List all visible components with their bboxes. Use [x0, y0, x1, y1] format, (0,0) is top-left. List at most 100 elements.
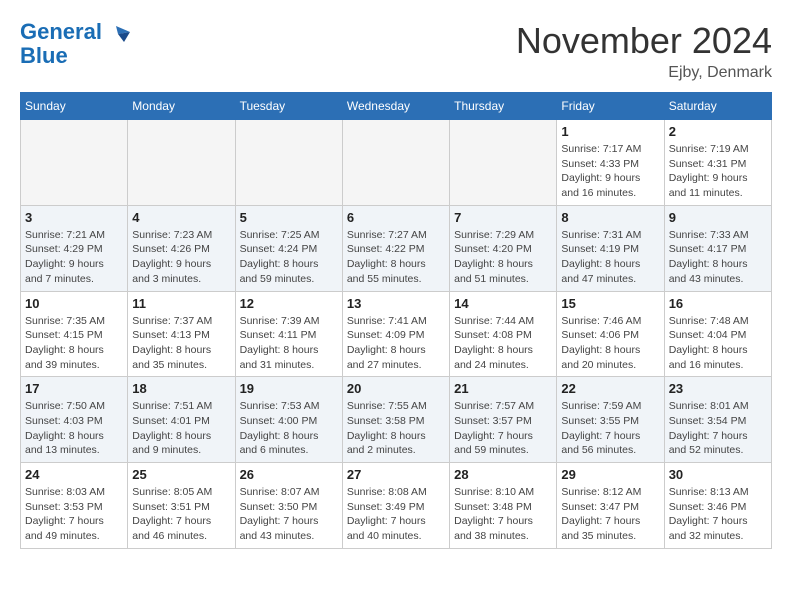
calendar-cell: 5Sunrise: 7:25 AM Sunset: 4:24 PM Daylig…: [235, 205, 342, 291]
calendar-cell: 23 Sunrise: 8:01 AM Sunset: 3:54 PM Dayli…: [664, 377, 771, 463]
calendar-cell: 14Sunrise: 7:44 AM Sunset: 4:08 PM Dayli…: [450, 291, 557, 377]
calendar-cell: 18Sunrise: 7:51 AM Sunset: 4:01 PM Dayli…: [128, 377, 235, 463]
calendar-week-5: 24 Sunrise: 8:03 AM Sunset: 3:53 PM Dayli…: [21, 463, 772, 549]
header-tuesday: Tuesday: [235, 93, 342, 120]
logo: General Blue: [20, 20, 130, 68]
calendar-cell: [450, 120, 557, 206]
calendar-week-1: 1 Sunrise: 7:17 AM Sunset: 4:33 PM Daylig…: [21, 120, 772, 206]
day-info: Sunrise: 8:07 AM Sunset: 3:50 PM Dayligh…: [240, 485, 338, 544]
day-number: 25: [132, 467, 230, 482]
calendar-cell: 3 Sunrise: 7:21 AM Sunset: 4:29 PM Daylig…: [21, 205, 128, 291]
day-number: 23: [669, 381, 767, 396]
day-number: 26: [240, 467, 338, 482]
header-wednesday: Wednesday: [342, 93, 449, 120]
calendar-cell: [21, 120, 128, 206]
calendar-week-2: 3 Sunrise: 7:21 AM Sunset: 4:29 PM Daylig…: [21, 205, 772, 291]
calendar-week-3: 10Sunrise: 7:35 AM Sunset: 4:15 PM Dayli…: [21, 291, 772, 377]
day-number: 13: [347, 296, 445, 311]
calendar-cell: 2Sunrise: 7:19 AM Sunset: 4:31 PM Daylig…: [664, 120, 771, 206]
day-number: 30: [669, 467, 767, 482]
day-info: Sunrise: 7:46 AM Sunset: 4:06 PM Dayligh…: [561, 314, 659, 373]
calendar-cell: [128, 120, 235, 206]
calendar-cell: 25Sunrise: 8:05 AM Sunset: 3:51 PM Dayli…: [128, 463, 235, 549]
logo-blue: Blue: [20, 44, 130, 68]
day-number: 6: [347, 210, 445, 225]
header-monday: Monday: [128, 93, 235, 120]
day-number: 24: [25, 467, 123, 482]
calendar-table: SundayMondayTuesdayWednesdayThursdayFrid…: [20, 92, 772, 549]
logo-general: General: [20, 19, 102, 44]
day-number: 10: [25, 296, 123, 311]
day-number: 21: [454, 381, 552, 396]
calendar-cell: 24 Sunrise: 8:03 AM Sunset: 3:53 PM Dayli…: [21, 463, 128, 549]
day-info: Sunrise: 7:27 AM Sunset: 4:22 PM Dayligh…: [347, 228, 445, 287]
day-info: Sunrise: 8:08 AM Sunset: 3:49 PM Dayligh…: [347, 485, 445, 544]
calendar-cell: 20 Sunrise: 7:55 AM Sunset: 3:58 PM Dayli…: [342, 377, 449, 463]
calendar-cell: 12Sunrise: 7:39 AM Sunset: 4:11 PM Dayli…: [235, 291, 342, 377]
calendar-week-4: 17Sunrise: 7:50 AM Sunset: 4:03 PM Dayli…: [21, 377, 772, 463]
day-info: Sunrise: 8:12 AM Sunset: 3:47 PM Dayligh…: [561, 485, 659, 544]
day-number: 27: [347, 467, 445, 482]
day-info: Sunrise: 7:55 AM Sunset: 3:58 PM Dayligh…: [347, 399, 445, 458]
day-info: Sunrise: 7:37 AM Sunset: 4:13 PM Dayligh…: [132, 314, 230, 373]
day-info: Sunrise: 7:31 AM Sunset: 4:19 PM Dayligh…: [561, 228, 659, 287]
day-info: Sunrise: 7:48 AM Sunset: 4:04 PM Dayligh…: [669, 314, 767, 373]
day-number: 28: [454, 467, 552, 482]
calendar-cell: 10Sunrise: 7:35 AM Sunset: 4:15 PM Dayli…: [21, 291, 128, 377]
day-number: 1: [561, 124, 659, 139]
day-info: Sunrise: 8:01 AM Sunset: 3:54 PM Dayligh…: [669, 399, 767, 458]
day-info: Sunrise: 7:21 AM Sunset: 4:29 PM Dayligh…: [25, 228, 123, 287]
day-info: Sunrise: 8:10 AM Sunset: 3:48 PM Dayligh…: [454, 485, 552, 544]
day-number: 3: [25, 210, 123, 225]
day-number: 4: [132, 210, 230, 225]
calendar-cell: 17Sunrise: 7:50 AM Sunset: 4:03 PM Dayli…: [21, 377, 128, 463]
day-number: 14: [454, 296, 552, 311]
calendar-cell: 21 Sunrise: 7:57 AM Sunset: 3:57 PM Dayli…: [450, 377, 557, 463]
day-number: 17: [25, 381, 123, 396]
day-info: Sunrise: 7:53 AM Sunset: 4:00 PM Dayligh…: [240, 399, 338, 458]
calendar-cell: 15Sunrise: 7:46 AM Sunset: 4:06 PM Dayli…: [557, 291, 664, 377]
day-number: 22: [561, 381, 659, 396]
calendar-cell: 6 Sunrise: 7:27 AM Sunset: 4:22 PM Daylig…: [342, 205, 449, 291]
day-info: Sunrise: 7:17 AM Sunset: 4:33 PM Dayligh…: [561, 142, 659, 201]
calendar-cell: [235, 120, 342, 206]
calendar-cell: 19 Sunrise: 7:53 AM Sunset: 4:00 PM Dayli…: [235, 377, 342, 463]
calendar-cell: 8 Sunrise: 7:31 AM Sunset: 4:19 PM Daylig…: [557, 205, 664, 291]
logo-bird-icon: [108, 24, 130, 42]
day-info: Sunrise: 7:57 AM Sunset: 3:57 PM Dayligh…: [454, 399, 552, 458]
calendar-cell: 26 Sunrise: 8:07 AM Sunset: 3:50 PM Dayli…: [235, 463, 342, 549]
day-number: 12: [240, 296, 338, 311]
calendar-cell: 27 Sunrise: 8:08 AM Sunset: 3:49 PM Dayli…: [342, 463, 449, 549]
day-number: 18: [132, 381, 230, 396]
calendar-cell: 13 Sunrise: 7:41 AM Sunset: 4:09 PM Dayli…: [342, 291, 449, 377]
header-friday: Friday: [557, 93, 664, 120]
location: Ejby, Denmark: [516, 64, 772, 82]
day-info: Sunrise: 7:25 AM Sunset: 4:24 PM Dayligh…: [240, 228, 338, 287]
month-title: November 2024: [516, 20, 772, 62]
calendar-cell: 4 Sunrise: 7:23 AM Sunset: 4:26 PM Daylig…: [128, 205, 235, 291]
day-info: Sunrise: 7:23 AM Sunset: 4:26 PM Dayligh…: [132, 228, 230, 287]
calendar-cell: 9Sunrise: 7:33 AM Sunset: 4:17 PM Daylig…: [664, 205, 771, 291]
day-info: Sunrise: 8:03 AM Sunset: 3:53 PM Dayligh…: [25, 485, 123, 544]
header-thursday: Thursday: [450, 93, 557, 120]
day-number: 7: [454, 210, 552, 225]
day-info: Sunrise: 8:13 AM Sunset: 3:46 PM Dayligh…: [669, 485, 767, 544]
calendar-cell: 1 Sunrise: 7:17 AM Sunset: 4:33 PM Daylig…: [557, 120, 664, 206]
logo-text: General: [20, 20, 130, 44]
day-info: Sunrise: 7:29 AM Sunset: 4:20 PM Dayligh…: [454, 228, 552, 287]
header-saturday: Saturday: [664, 93, 771, 120]
title-area: November 2024 Ejby, Denmark: [516, 20, 772, 82]
header-sunday: Sunday: [21, 93, 128, 120]
day-info: Sunrise: 7:41 AM Sunset: 4:09 PM Dayligh…: [347, 314, 445, 373]
calendar-cell: 29Sunrise: 8:12 AM Sunset: 3:47 PM Dayli…: [557, 463, 664, 549]
day-number: 20: [347, 381, 445, 396]
calendar-cell: 16Sunrise: 7:48 AM Sunset: 4:04 PM Dayli…: [664, 291, 771, 377]
day-number: 9: [669, 210, 767, 225]
day-number: 2: [669, 124, 767, 139]
calendar-cell: 28 Sunrise: 8:10 AM Sunset: 3:48 PM Dayli…: [450, 463, 557, 549]
calendar-header-row: SundayMondayTuesdayWednesdayThursdayFrid…: [21, 93, 772, 120]
day-number: 8: [561, 210, 659, 225]
calendar-cell: [342, 120, 449, 206]
day-info: Sunrise: 7:59 AM Sunset: 3:55 PM Dayligh…: [561, 399, 659, 458]
day-number: 19: [240, 381, 338, 396]
